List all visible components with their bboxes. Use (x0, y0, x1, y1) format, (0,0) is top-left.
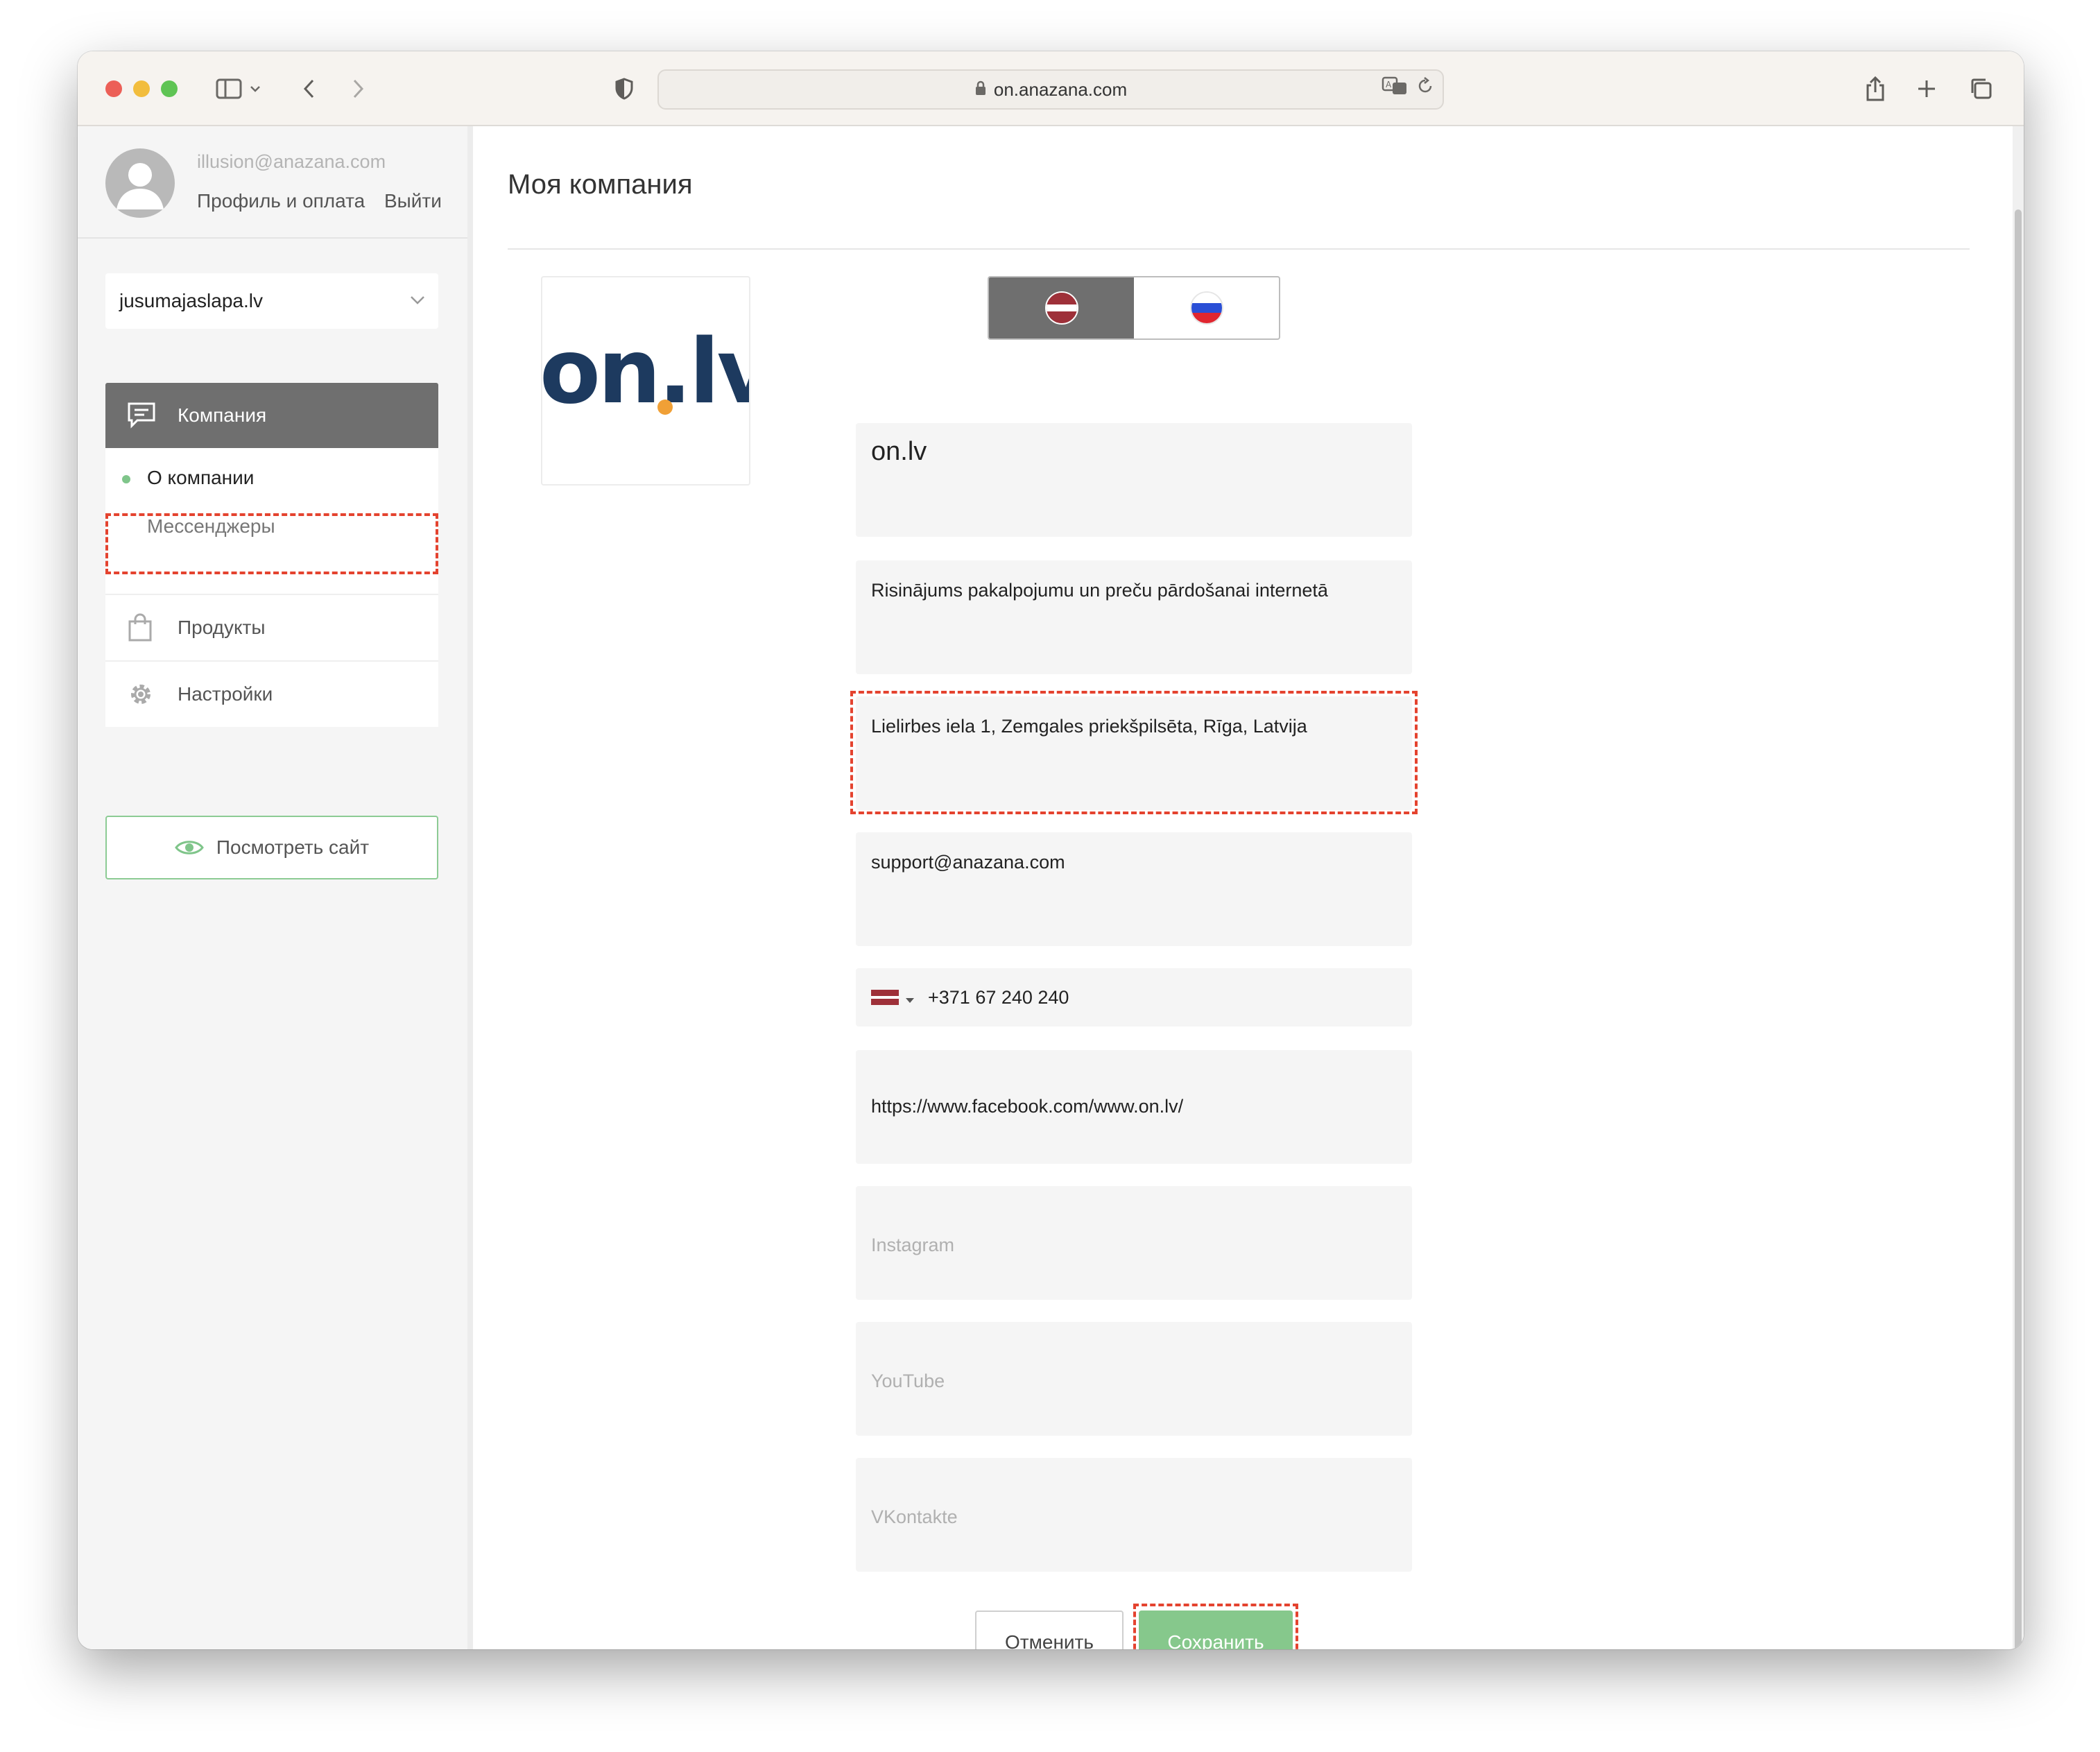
minimize-window-button[interactable] (133, 80, 150, 97)
browser-toolbar: on.anazana.com A (78, 51, 2024, 126)
russia-flag-icon (1189, 291, 1223, 325)
site-select[interactable]: jusumajaslapa.lv (105, 273, 438, 329)
latvia-flag-icon[interactable] (871, 990, 899, 1005)
logout-link[interactable]: Выйти (384, 190, 442, 212)
sidebar-item-label: Продукты (178, 617, 266, 638)
language-lv-button[interactable] (989, 277, 1134, 338)
vkontakte-input[interactable]: VKontakte (856, 1458, 1412, 1572)
phone-value: +371 67 240 240 (928, 986, 1069, 1008)
sidebar-subitem-about[interactable]: О компании (105, 454, 438, 502)
facebook-input[interactable]: https://www.facebook.com/www.on.lv/ (856, 1050, 1412, 1164)
instagram-input[interactable]: Instagram (856, 1186, 1412, 1300)
view-site-label: Посмотреть сайт (216, 836, 370, 858)
profile-billing-link[interactable]: Профиль и оплата (197, 190, 365, 212)
lock-icon (974, 79, 987, 101)
reload-icon[interactable] (1416, 76, 1434, 101)
logo-text: on.lv (541, 320, 750, 424)
page-title: Моя компания (508, 169, 693, 200)
logo-dot (657, 400, 673, 415)
company-logo[interactable]: on.lv (541, 276, 750, 486)
back-arrow-icon[interactable] (298, 72, 319, 105)
sidebar-subitem-label: Мессенджеры (147, 515, 275, 537)
scrollbar[interactable] (2013, 126, 2024, 1649)
view-site-button[interactable]: Посмотреть сайт (105, 816, 438, 879)
shield-icon[interactable] (612, 72, 637, 105)
divider (508, 248, 1970, 250)
sidebar-toggle-icon[interactable] (214, 72, 244, 105)
phone-input[interactable]: +371 67 240 240 (856, 968, 1412, 1027)
sidebar-item-label: Компания (178, 404, 267, 426)
language-ru-button[interactable] (1134, 277, 1279, 338)
latvia-flag-icon (1044, 291, 1078, 325)
user-email: illusion@anazana.com (197, 151, 386, 172)
scrollbar-thumb[interactable] (2015, 209, 2022, 1649)
eye-icon (175, 841, 204, 854)
forward-arrow-icon[interactable] (348, 72, 369, 105)
cancel-button[interactable]: Отменить (975, 1611, 1124, 1649)
site-select-value: jusumajaslapa.lv (119, 290, 263, 311)
tab-overview-icon[interactable] (1967, 72, 1995, 105)
browser-window: on.anazana.com A illusion@anazana.com Пр… (78, 51, 2024, 1649)
close-window-button[interactable] (105, 80, 122, 97)
share-icon[interactable] (1863, 72, 1888, 105)
zoom-window-button[interactable] (161, 80, 178, 97)
main-content: Моя компания on.lv on.lv Risinājums paka… (473, 126, 2024, 1649)
user-links: Профиль и оплата Выйти (197, 190, 456, 212)
address-input[interactable]: Lielirbes iela 1, Zemgales priekšpilsēta… (856, 696, 1412, 810)
url-text: on.anazana.com (993, 78, 1128, 100)
divider (78, 237, 467, 239)
translate-icon[interactable]: A (1382, 76, 1408, 101)
gear-icon (126, 680, 155, 714)
address-bar[interactable]: on.anazana.com A (657, 69, 1444, 110)
caret-down-icon[interactable] (906, 987, 914, 1008)
sidebar-item-settings[interactable]: Настройки (105, 660, 438, 727)
sidebar-item-products[interactable]: Продукты (105, 594, 438, 660)
chevron-down-icon (408, 290, 427, 314)
email-input[interactable]: support@anazana.com (856, 832, 1412, 946)
svg-text:A: A (1386, 80, 1392, 89)
sidebar-submenu: О компании Мессенджеры (105, 448, 438, 594)
sidebar-subitem-messengers[interactable]: Мессенджеры (105, 502, 438, 551)
sidebar: illusion@anazana.com Профиль и оплата Вы… (78, 126, 473, 1649)
sidebar-menu: Компания О компании Мессенджеры Продукты (105, 383, 438, 727)
youtube-input[interactable]: YouTube (856, 1322, 1412, 1436)
shopping-bag-icon (126, 613, 154, 647)
save-button[interactable]: Сохранить (1139, 1611, 1293, 1649)
slogan-input[interactable]: Risinājums pakalpojumu un preču pārdošan… (856, 560, 1412, 674)
sidebar-item-company[interactable]: Компания (105, 383, 438, 448)
sidebar-item-label: Настройки (178, 683, 273, 705)
sidebar-subitem-label: О компании (147, 467, 255, 488)
language-toggle (988, 276, 1280, 340)
new-tab-icon[interactable] (1914, 72, 1939, 105)
active-dot (122, 475, 130, 483)
avatar[interactable] (105, 148, 175, 218)
company-name-input[interactable]: on.lv (856, 423, 1412, 537)
chevron-down-icon[interactable] (247, 72, 264, 105)
message-icon (126, 401, 157, 433)
